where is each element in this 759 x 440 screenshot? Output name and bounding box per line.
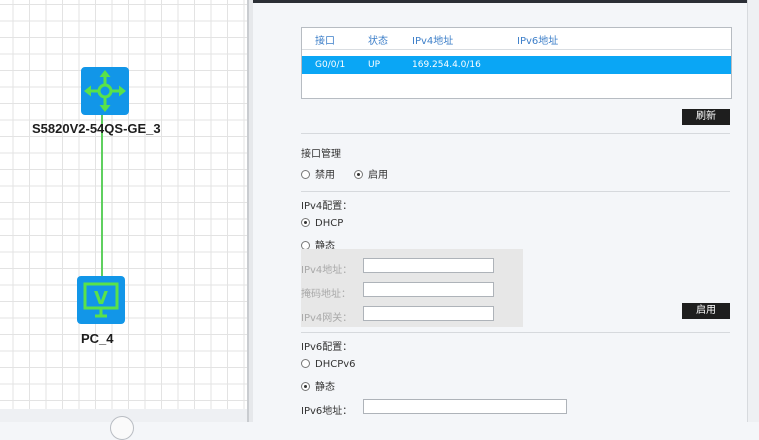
panel-scrollbar[interactable] (747, 0, 759, 422)
radio-ipv6-dhcpv6-dot[interactable] (301, 359, 310, 368)
table-header: 接口 状态 IPv4地址 IPv6地址 (302, 28, 731, 50)
ipv6-address-input[interactable] (363, 399, 567, 414)
ipv4-address-input[interactable] (363, 258, 494, 273)
radio-ipv4-dhcp-dot[interactable] (301, 218, 310, 227)
radio-ipv6-static-label: 静态 (315, 382, 335, 393)
divider (301, 133, 730, 134)
interface-config-panel: 接口 状态 IPv4地址 IPv6地址 G0/0/1 UP 169.254.4.… (253, 0, 759, 422)
mask-address-label: 掩码地址： (301, 289, 351, 300)
radio-ipv4-dhcp[interactable]: DHCP (301, 218, 343, 229)
switch-label[interactable]: S5820V2-54QS-GE_3 (32, 121, 161, 136)
row-status: UP (368, 60, 381, 70)
pc-label[interactable]: PC_4 (81, 331, 114, 346)
radio-ipv6-dhcpv6[interactable]: DHCPv6 (301, 359, 356, 370)
row-interface: G0/0/1 (315, 60, 346, 70)
panel-top-bar (253, 0, 747, 3)
pc-icon-letter: V (94, 288, 108, 309)
row-ipv4: 169.254.4.0/16 (412, 60, 481, 70)
ipv6-config-title: IPv6配置： (301, 342, 353, 353)
pc-monitor-icon[interactable]: V (77, 276, 125, 324)
topology-canvas[interactable]: S5820V2-54QS-GE_3 V PC_4 (0, 0, 247, 409)
col-header-status: 状态 (368, 36, 388, 47)
interface-mgmt-title: 接口管理 (301, 149, 341, 160)
radio-disable-dot[interactable] (301, 170, 310, 179)
radio-ipv6-dhcpv6-label: DHCPv6 (315, 359, 356, 370)
radio-ipv6-static[interactable]: 静态 (301, 378, 335, 393)
ipv4-address-label: IPv4地址： (301, 265, 353, 276)
ipv4-gateway-label: IPv4网关： (301, 313, 353, 324)
col-header-ipv4: IPv4地址 (412, 36, 454, 47)
radio-enable-label: 启用 (368, 170, 388, 181)
enable-button[interactable]: 启用 (682, 303, 730, 319)
ipv4-gateway-input[interactable] (363, 306, 494, 321)
col-header-ipv6: IPv6地址 (517, 36, 559, 47)
table-row[interactable]: G0/0/1 UP 169.254.4.0/16 (302, 56, 731, 74)
radio-ipv4-dhcp-label: DHCP (315, 218, 344, 229)
radio-ipv6-static-dot[interactable] (301, 382, 310, 391)
ipv4-config-title: IPv4配置： (301, 201, 353, 212)
divider (301, 191, 730, 192)
network-link[interactable] (101, 114, 103, 278)
radio-enable[interactable]: 启用 (354, 166, 388, 181)
refresh-button[interactable]: 刷新 (682, 109, 730, 125)
radio-disable-label: 禁用 (315, 170, 335, 181)
radio-disable[interactable]: 禁用 (301, 166, 335, 181)
radio-enable-dot[interactable] (354, 170, 363, 179)
divider (301, 332, 730, 333)
ipv6-address-label: IPv6地址： (301, 406, 353, 417)
canvas-scroll-area (0, 409, 249, 440)
circle-control-icon[interactable] (110, 416, 134, 440)
switch-icon[interactable] (81, 67, 129, 115)
mask-address-input[interactable] (363, 282, 494, 297)
col-header-interface: 接口 (315, 36, 335, 47)
interface-table: 接口 状态 IPv4地址 IPv6地址 G0/0/1 UP 169.254.4.… (301, 27, 732, 99)
